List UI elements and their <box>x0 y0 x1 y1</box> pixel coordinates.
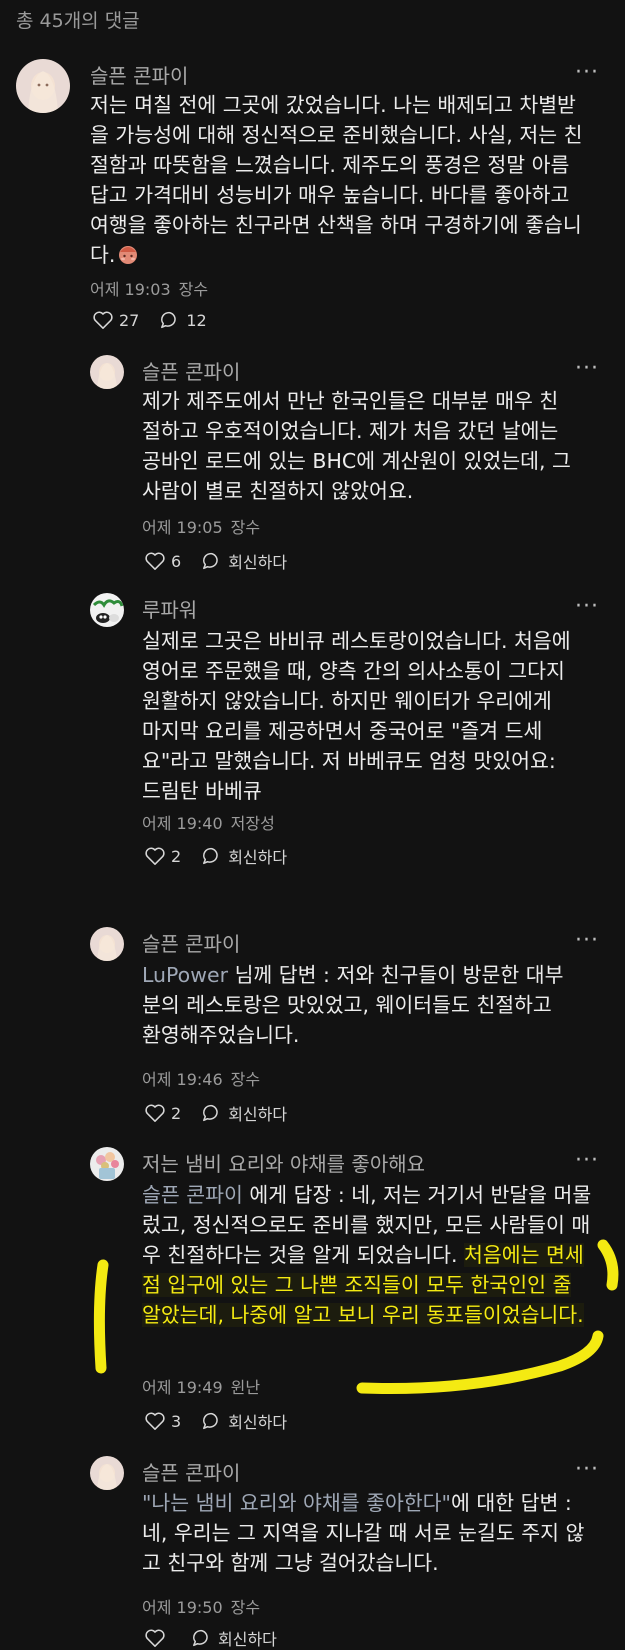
more-dots-icon[interactable]: ··· <box>575 1457 599 1482</box>
comment-actions: 27 12 <box>92 310 227 330</box>
comment-actions: 2 회신하다 <box>144 844 307 868</box>
like-count: 6 <box>171 551 182 571</box>
comment-meta: 어제 19:50 장수 <box>142 1594 260 1618</box>
reply-count: 12 <box>186 310 207 330</box>
speech-bubble-icon <box>203 1104 218 1122</box>
mention-link[interactable]: LuPower <box>142 963 228 987</box>
reply-button[interactable]: 회신하다 <box>201 1101 287 1125</box>
like-button[interactable]: 2 <box>144 846 181 866</box>
comment-text: "나는 냄비 요리와 야채를 좋아한다"에 대한 답변 : 네, 우리는 그 지… <box>142 1491 585 1575</box>
comment-location: 저장성 <box>230 814 275 833</box>
like-button[interactable] <box>144 1628 171 1648</box>
reply-button[interactable]: 회신하다 <box>191 1626 277 1650</box>
reply-label: 회신하다 <box>228 1105 288 1124</box>
comment-actions: 6 회신하다 <box>144 549 307 573</box>
heart-outline-icon <box>145 1104 165 1122</box>
comment-meta: 어제 19:40 저장성 <box>142 810 275 834</box>
more-dots-icon[interactable]: ··· <box>575 356 599 381</box>
more-dots-icon[interactable]: ··· <box>575 594 599 619</box>
avatar[interactable] <box>16 59 70 113</box>
comment-location: 장수 <box>178 280 209 299</box>
comment-time: 어제 19:40 <box>142 814 223 833</box>
comment-author[interactable]: 슬픈 콘파이 <box>90 60 188 89</box>
comment-author[interactable]: 저는 냄비 요리와 야채를 좋아해요 <box>142 1148 425 1177</box>
comment-text: 슬픈 콘파이 에게 답장 : 네, 저는 거기서 반달을 머물렀고, 정신적으로… <box>142 1183 592 1327</box>
comment-meta: 어제 19:03 장수 <box>90 276 208 300</box>
like-button[interactable]: 3 <box>144 1411 181 1431</box>
comment-author[interactable]: 슬픈 콘파이 <box>142 928 240 957</box>
like-count: 2 <box>171 846 182 866</box>
avatar[interactable] <box>90 1456 124 1490</box>
speech-bubble-icon <box>161 311 177 329</box>
reply-button[interactable]: 회신하다 <box>201 844 287 868</box>
like-count: 27 <box>119 310 140 330</box>
like-button[interactable]: 2 <box>144 1103 181 1123</box>
reply-label: 회신하다 <box>228 1413 288 1432</box>
heart-outline-icon <box>145 1412 165 1430</box>
comment-meta: 어제 19:49 윈난 <box>142 1374 260 1398</box>
avatar[interactable] <box>90 593 124 627</box>
comment-text: LuPower 님께 답변 : 저와 친구들이 방문한 대부분의 레스토랑은 맛… <box>142 963 564 1047</box>
comment-actions: 3 회신하다 <box>144 1409 307 1433</box>
comment-actions: 2 회신하다 <box>144 1101 307 1125</box>
like-button[interactable]: 27 <box>92 310 139 330</box>
reply-button[interactable]: 회신하다 <box>201 549 287 573</box>
speech-bubble-icon <box>203 1412 218 1430</box>
blushing-face-emoji <box>117 243 139 273</box>
comment-author[interactable]: 루파워 <box>142 594 197 623</box>
comment-location: 장수 <box>230 1598 261 1617</box>
mention-link[interactable]: 슬픈 콘파이 <box>142 1183 243 1207</box>
more-dots-icon[interactable]: ··· <box>575 928 599 953</box>
like-count: 3 <box>171 1411 182 1431</box>
avatar[interactable] <box>90 927 124 961</box>
comment-actions: 회신하다 <box>144 1626 297 1650</box>
comment-meta: 어제 19:05 장수 <box>142 514 260 538</box>
avatar[interactable] <box>90 355 124 389</box>
comment-location: 장수 <box>230 518 261 537</box>
reply-button[interactable]: 12 <box>159 310 207 330</box>
like-count: 2 <box>171 1103 182 1123</box>
comment-count: 총 45개의 댓글 <box>16 10 140 32</box>
speech-bubble-icon <box>203 847 218 865</box>
heart-outline-icon <box>93 311 113 329</box>
comment-time: 어제 19:03 <box>90 280 171 299</box>
reply-label: 회신하다 <box>218 1630 277 1649</box>
more-dots-icon[interactable]: ··· <box>575 60 599 85</box>
heart-outline-icon <box>145 552 165 570</box>
reply-label: 회신하다 <box>228 553 288 572</box>
speech-bubble-icon <box>203 552 218 570</box>
comment-location: 장수 <box>230 1070 261 1089</box>
comment-location: 윈난 <box>230 1378 261 1397</box>
comment-time: 어제 19:50 <box>142 1598 223 1617</box>
comment-time: 어제 19:49 <box>142 1378 223 1397</box>
like-button[interactable]: 6 <box>144 551 181 571</box>
comment-time: 어제 19:46 <box>142 1070 223 1089</box>
more-dots-icon[interactable]: ··· <box>575 1148 599 1173</box>
comment-time: 어제 19:05 <box>142 518 223 537</box>
comment-meta: 어제 19:46 장수 <box>142 1066 260 1090</box>
heart-outline-icon <box>145 1629 165 1647</box>
reply-button[interactable]: 회신하다 <box>201 1409 287 1433</box>
comment-author[interactable]: 슬픈 콘파이 <box>142 1457 240 1486</box>
avatar[interactable] <box>90 1147 124 1181</box>
comment-text: 실제로 그곳은 바비큐 레스토랑이었습니다. 처음에 영어로 주문했을 때, 양… <box>142 629 571 803</box>
speech-bubble-icon <box>193 1629 208 1647</box>
mention-link[interactable]: "나는 냄비 요리와 야채를 좋아한다" <box>142 1491 451 1515</box>
comment-author[interactable]: 슬픈 콘파이 <box>142 356 240 385</box>
comment-text: 제가 제주도에서 만난 한국인들은 대부분 매우 친절하고 우호적이었습니다. … <box>142 389 571 503</box>
heart-outline-icon <box>145 847 165 865</box>
comment-text: 저는 며칠 전에 그곳에 갔었습니다. 나는 배제되고 차별받을 가능성에 대해… <box>90 90 588 273</box>
reply-label: 회신하다 <box>228 848 288 867</box>
